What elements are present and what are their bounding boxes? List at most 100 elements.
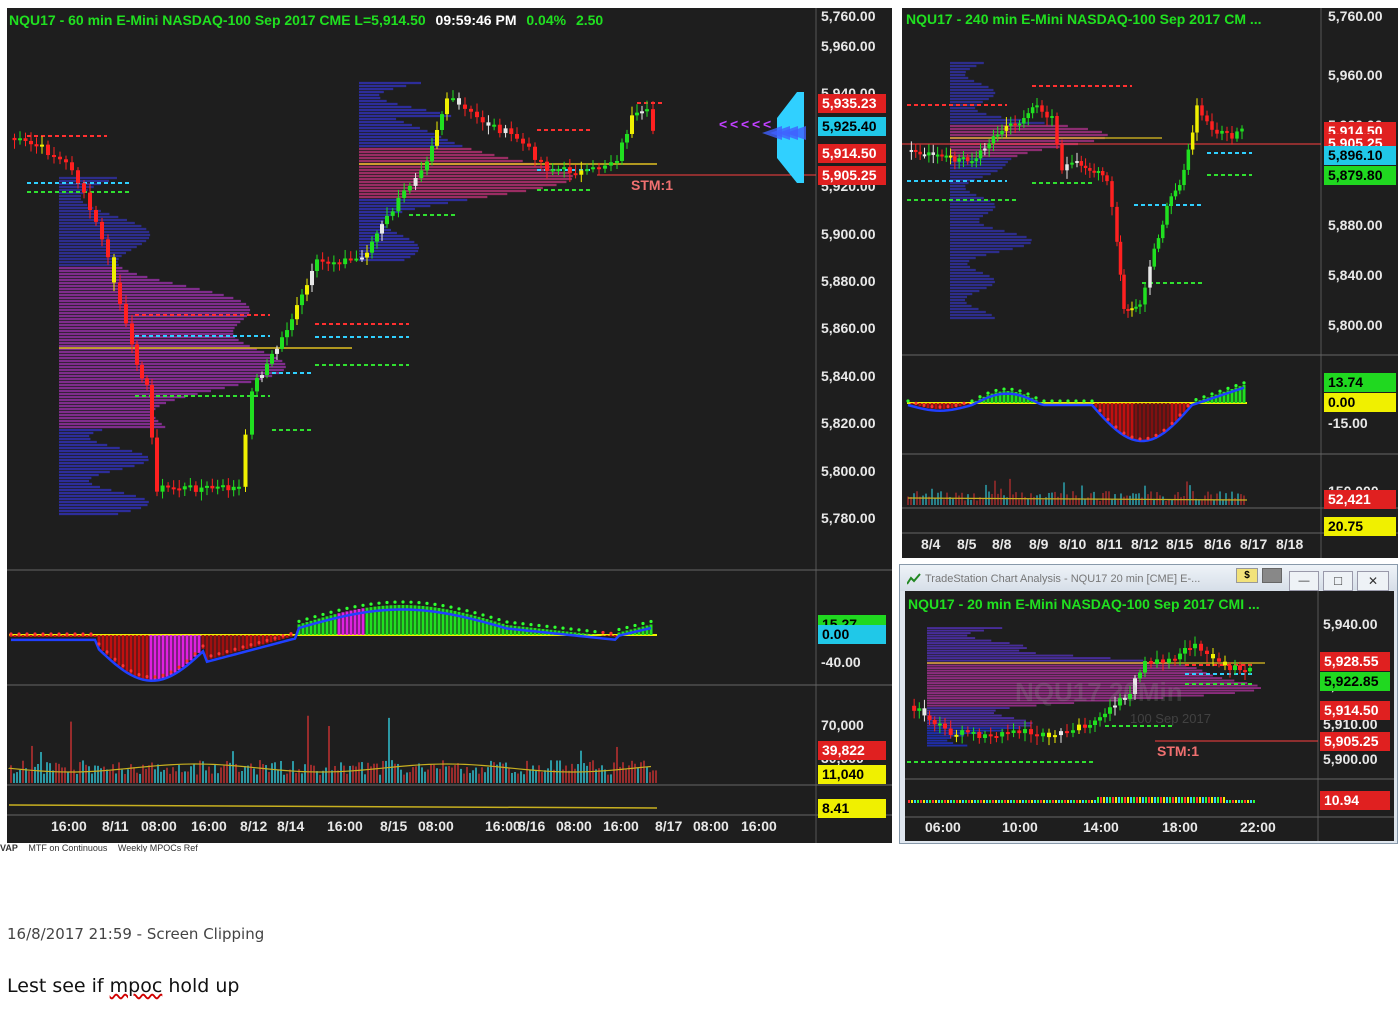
candle-body bbox=[320, 259, 325, 262]
candle-body bbox=[315, 259, 319, 271]
axis-tick-label: 5,800.00 bbox=[821, 463, 876, 479]
oscillator-dot bbox=[393, 600, 397, 604]
oscillator-dot bbox=[601, 630, 605, 635]
minimize-button[interactable]: — bbox=[1289, 571, 1319, 591]
candle-body bbox=[995, 134, 1000, 137]
candle-body bbox=[64, 159, 68, 163]
candle-body bbox=[1235, 131, 1239, 139]
candle-body bbox=[533, 146, 537, 160]
oscillator-dot bbox=[978, 395, 982, 399]
candle-body bbox=[1022, 118, 1026, 124]
candle-body bbox=[1143, 661, 1147, 673]
direction-chevron-icon: < bbox=[741, 116, 749, 132]
oscillator-dot bbox=[1002, 387, 1006, 391]
window-20-titlebar[interactable]: TradeStation Chart Analysis - NQU17 20 m… bbox=[900, 565, 1397, 591]
price-marker-value: 5,905.25 bbox=[822, 167, 877, 183]
oscillator-dot bbox=[545, 624, 549, 628]
oscillator-dot bbox=[1178, 413, 1182, 417]
candle-body bbox=[1017, 123, 1022, 126]
candle-body bbox=[1009, 123, 1013, 126]
price-marker-value: 5,928.55 bbox=[1324, 653, 1379, 669]
close-button[interactable]: ✕ bbox=[1357, 571, 1389, 591]
oscillator-dot bbox=[1010, 387, 1014, 391]
price-marker-box: 5,928.55 bbox=[1320, 652, 1390, 671]
candle-body bbox=[1126, 308, 1130, 311]
chart-240-window[interactable]: NQU17 - 240 min E-Mini NASDAQ-100 Sep 20… bbox=[902, 8, 1398, 558]
oscillator-dot bbox=[337, 608, 341, 612]
candle-body bbox=[407, 185, 412, 191]
oscillator-dot bbox=[577, 628, 581, 632]
price-marker-box: 5,896.10 bbox=[1324, 146, 1396, 165]
menu-button[interactable] bbox=[1262, 568, 1282, 583]
oscillator-dot bbox=[481, 613, 485, 617]
oscillator-dot bbox=[521, 622, 525, 626]
oscillator-dot bbox=[625, 625, 629, 630]
axis-tick-label: 5,780.00 bbox=[821, 510, 876, 526]
oscillator-dot bbox=[1066, 399, 1070, 403]
tab-weekly-mpocs-ref[interactable]: Weekly MPOCs Ref bbox=[118, 843, 198, 852]
oscillator-dot bbox=[57, 632, 61, 636]
oscillator-dot bbox=[33, 632, 37, 636]
candle-body bbox=[1156, 238, 1161, 249]
chart-20-watermark-contract: 100 Sep 2017 bbox=[1130, 711, 1211, 726]
candle-body bbox=[988, 734, 993, 737]
candle-body bbox=[503, 128, 508, 134]
candle-body bbox=[597, 167, 601, 170]
oscillator-dot bbox=[49, 632, 53, 636]
candle-body bbox=[1041, 732, 1045, 737]
price-marker-box: 0.00 bbox=[1324, 393, 1396, 412]
price-marker-value: 5,925.40 bbox=[822, 118, 877, 134]
price-marker-value: 39,822 bbox=[822, 742, 865, 758]
note-prefix: Lest see if bbox=[7, 975, 110, 997]
candle-body bbox=[280, 337, 284, 349]
candle-body bbox=[360, 257, 364, 260]
price-marker-value: 5,914.50 bbox=[1324, 702, 1379, 718]
restore-button[interactable]: □ bbox=[1323, 571, 1353, 591]
candle-body bbox=[210, 485, 215, 489]
dollar-button[interactable]: $ bbox=[1236, 568, 1258, 583]
time-tick-label: 06:00 bbox=[925, 819, 961, 835]
candle-body bbox=[1233, 665, 1237, 671]
oscillator-dot bbox=[505, 620, 509, 624]
price-marker-box: 5,905.25 bbox=[1320, 732, 1390, 751]
oscillator-dot bbox=[361, 603, 365, 607]
oscillator-dot bbox=[1114, 425, 1118, 429]
oscillator-dot bbox=[946, 404, 950, 409]
axis-tick-label: 5,960.00 bbox=[1328, 67, 1383, 83]
candle-body bbox=[991, 136, 996, 144]
oscillator-dot bbox=[129, 669, 133, 673]
oscillator-dot bbox=[465, 609, 469, 613]
axis-tick-label: 5,860.00 bbox=[821, 320, 876, 336]
tab-vap[interactable]: VAP bbox=[0, 843, 18, 852]
chart-240-canvas[interactable] bbox=[902, 8, 1398, 558]
main-chart-window[interactable]: < < < < < NQU17 - 60 min E-Mini NASDAQ-100 S… bbox=[7, 8, 892, 843]
price-marker-value: 5,922.85 bbox=[1324, 673, 1379, 689]
tab-mtf-on-continuous[interactable]: MTF on Continuous bbox=[28, 843, 107, 852]
time-tick-label: 16:00 bbox=[485, 818, 521, 834]
workspace-tabs[interactable]: VAP MTF on Continuous Weekly MPOCs Ref bbox=[0, 843, 206, 852]
oscillator-dot bbox=[914, 401, 918, 405]
price-marker-box: 39,822 bbox=[818, 741, 886, 760]
candle-body bbox=[326, 261, 331, 264]
candle-body bbox=[1215, 129, 1219, 134]
oscillator-dot bbox=[449, 605, 453, 609]
main-chart-canvas[interactable]: < < < < < bbox=[7, 8, 892, 843]
candle-body bbox=[971, 731, 976, 734]
candle-body bbox=[1134, 306, 1138, 309]
oscillator-dot bbox=[409, 600, 413, 604]
candle-body bbox=[34, 144, 39, 147]
candle-body bbox=[948, 155, 953, 158]
chart-20-title: NQU17 - 20 min E-Mini NASDAQ-100 Sep 201… bbox=[908, 596, 1260, 612]
oscillator-dot bbox=[73, 632, 77, 636]
time-tick-label: 16:00 bbox=[603, 818, 639, 834]
candle-body bbox=[1092, 170, 1096, 173]
window-20-frame[interactable]: TradeStation Chart Analysis - NQU17 20 m… bbox=[899, 564, 1398, 844]
chart-20-panel[interactable]: NQU17 - 20 min E-Mini NASDAQ-100 Sep 201… bbox=[905, 591, 1394, 841]
oscillator-dot bbox=[217, 652, 221, 656]
axis-tick-label: 5,880.00 bbox=[1328, 217, 1383, 233]
candle-body bbox=[591, 167, 595, 170]
candle-body bbox=[1115, 206, 1119, 242]
price-marker-value: 20.75 bbox=[1328, 518, 1364, 534]
candle-body bbox=[166, 485, 171, 488]
oscillator-dot bbox=[377, 601, 381, 605]
